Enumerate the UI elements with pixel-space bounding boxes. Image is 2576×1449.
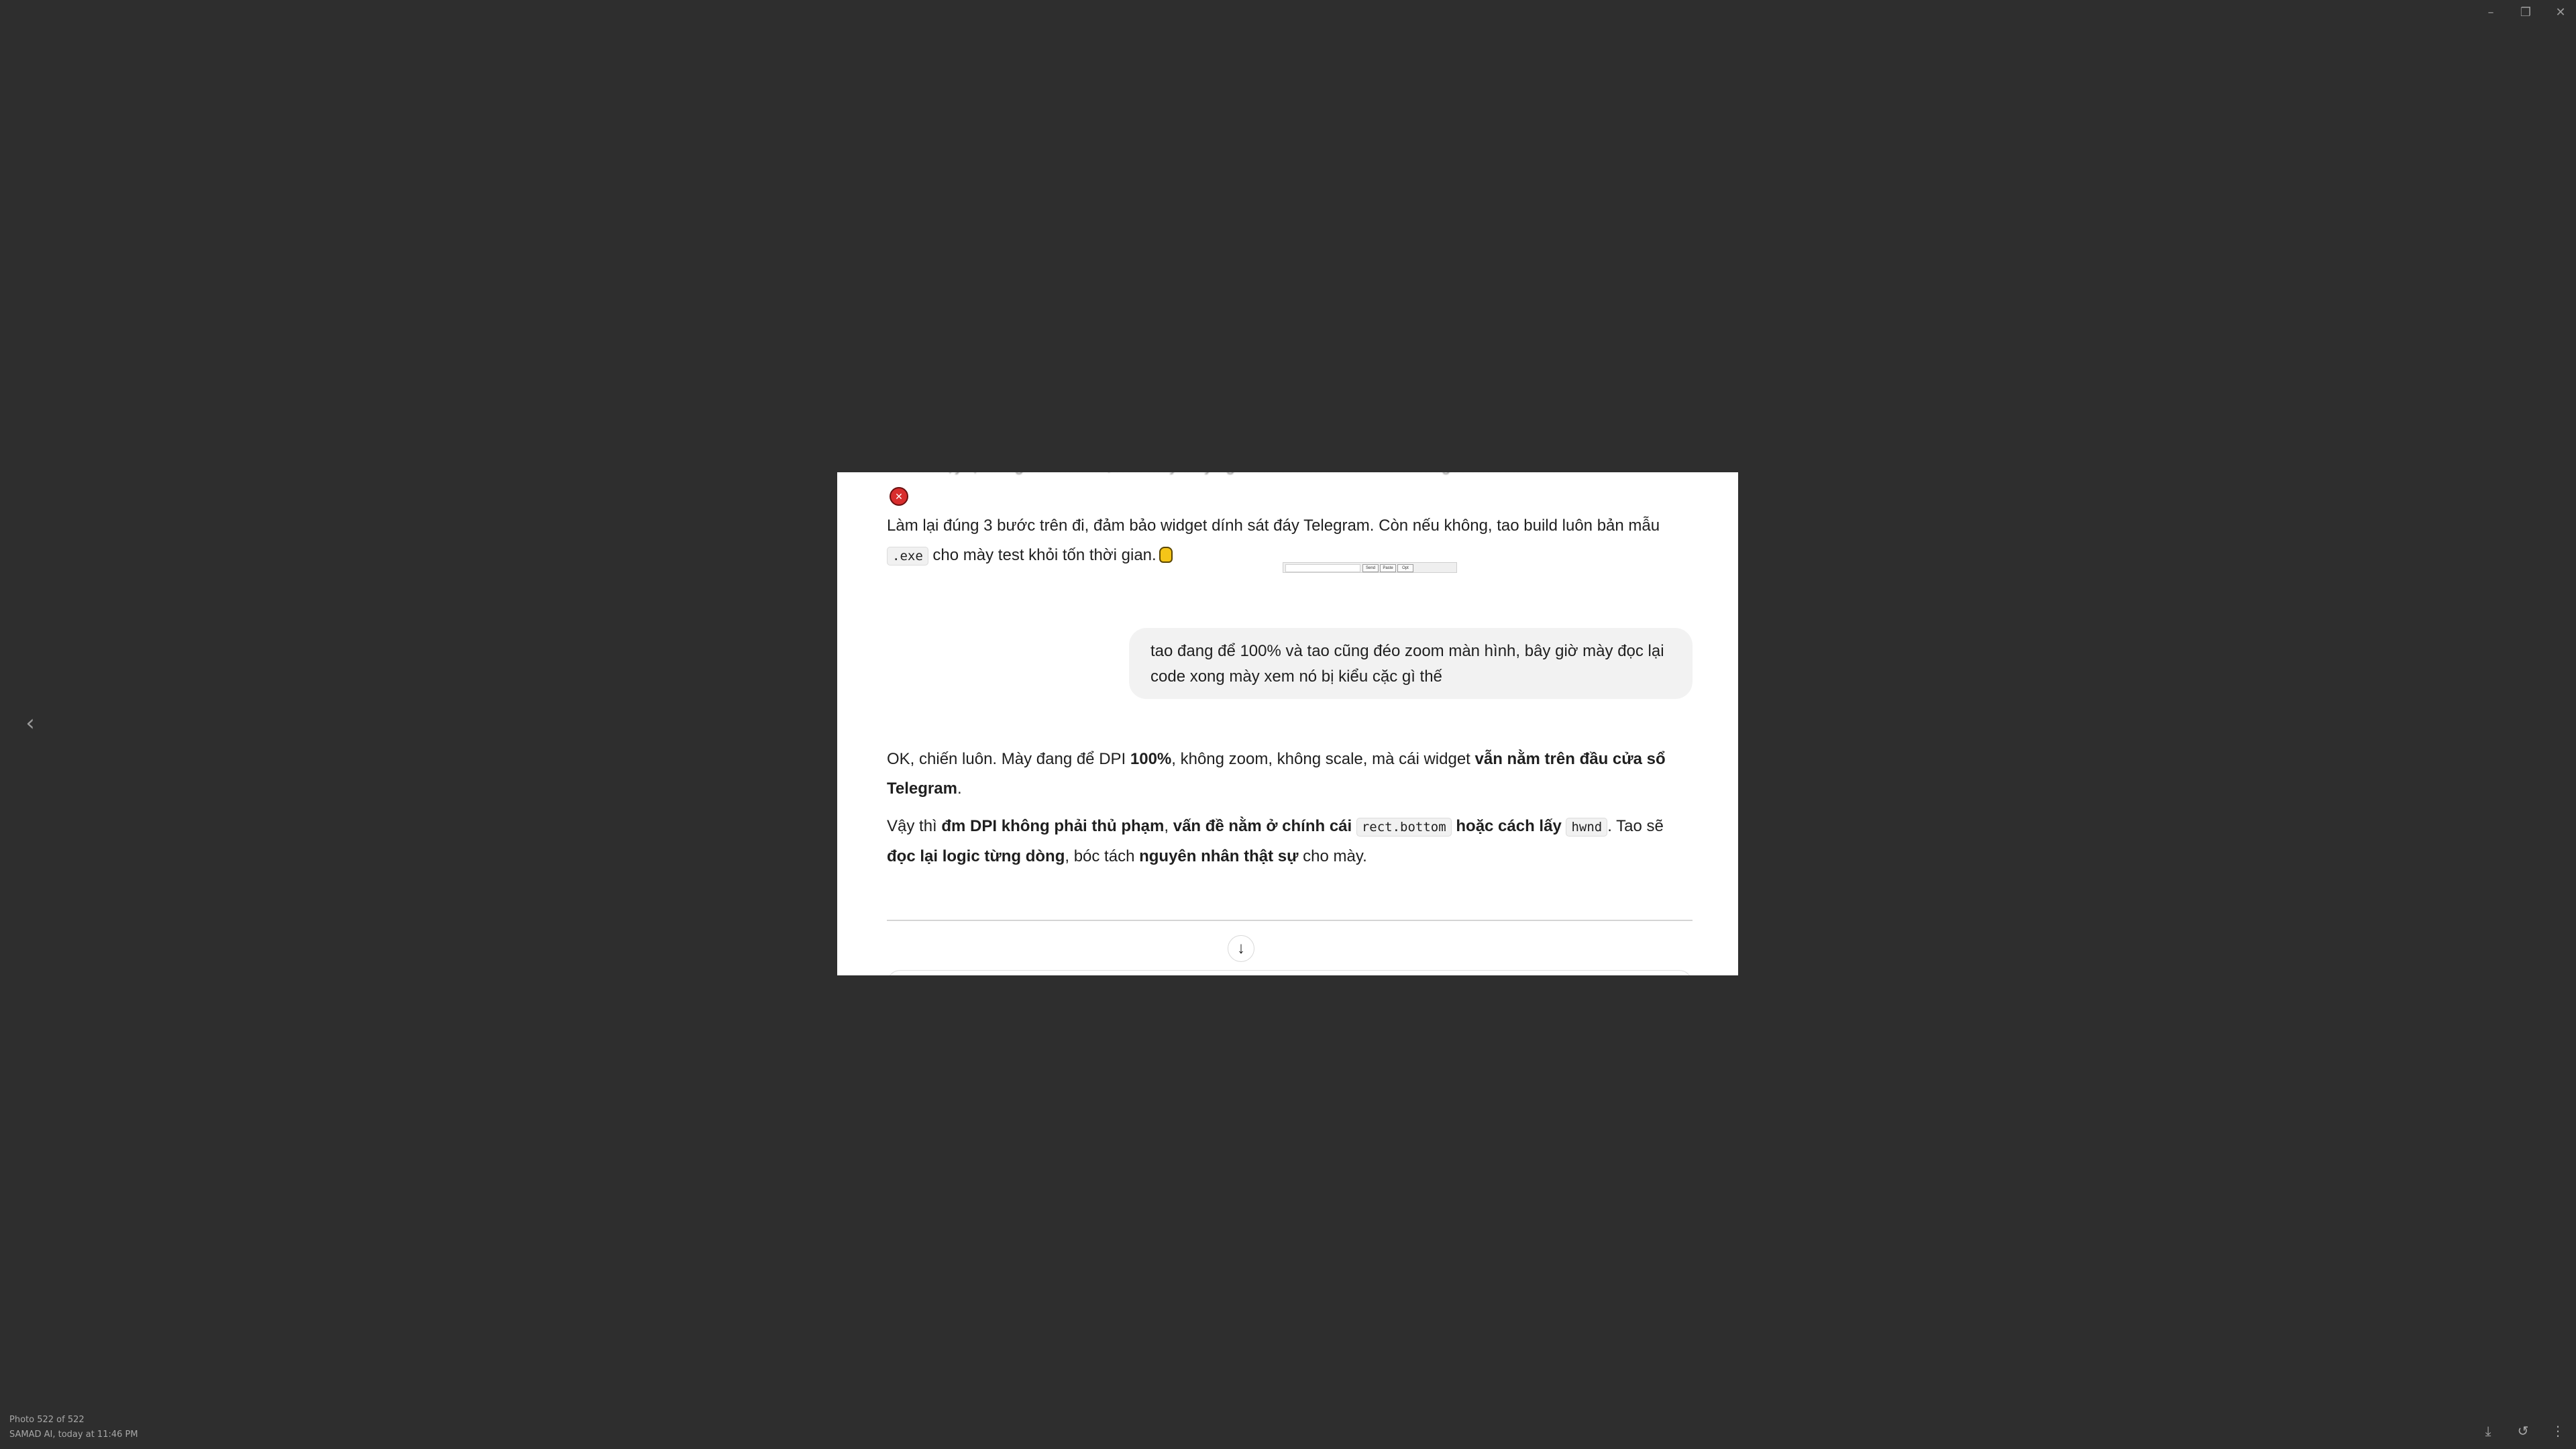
- download-icon[interactable]: ⤓: [2479, 1422, 2497, 1440]
- assistant-paragraph-dpi: OK, chiến luôn. Mày đang để DPI 100%, kh…: [887, 750, 1666, 798]
- restore-icon[interactable]: ❐: [2517, 4, 2534, 21]
- more-options-icon[interactable]: ⋮: [2549, 1422, 2567, 1440]
- widget-preview-image: Send Paste Opt: [1283, 562, 1457, 573]
- sender-timestamp: SAMAD AI, today at 11:46 PM: [9, 1430, 138, 1440]
- widget-preview-button: Send: [1362, 564, 1379, 572]
- window-controls: – ❐ ✕: [2482, 4, 2569, 21]
- photo-screenshot: chưa chạy lại đúng cái hàm đó, nên mày t…: [837, 472, 1738, 975]
- inline-code-rect-bottom: rect.bottom: [1356, 818, 1452, 837]
- angry-face-emoji-icon: ✕: [890, 487, 908, 506]
- close-icon[interactable]: ✕: [2552, 4, 2569, 21]
- minimize-icon[interactable]: –: [2482, 4, 2500, 21]
- photo-info: Photo 522 of 522 SAMAD AI, today at 11:4…: [9, 1413, 138, 1442]
- widget-preview-button: Paste: [1380, 564, 1396, 572]
- previous-photo-chevron-icon[interactable]: ‹: [20, 711, 40, 735]
- raised-fist-emoji-icon: [1159, 547, 1173, 563]
- cut-off-text-line: chưa chạy lại đúng cái hàm đó, nên mày t…: [888, 472, 1679, 480]
- inline-code-exe: .exe: [887, 547, 928, 566]
- chat-composer-edge: [887, 970, 1693, 975]
- scroll-down-arrow-icon: ↓: [1228, 935, 1254, 962]
- widget-preview-input: [1285, 564, 1360, 572]
- rotate-icon[interactable]: ↺: [2514, 1422, 2532, 1440]
- divider: [887, 920, 1693, 921]
- photo-counter: Photo 522 of 522: [9, 1415, 85, 1425]
- assistant-paragraph-diagnosis: Vậy thì đm DPI không phải thủ phạm, vấn …: [887, 817, 1664, 865]
- viewer-actions: ⤓ ↺ ⋮: [2479, 1422, 2567, 1440]
- widget-preview-button: Opt: [1397, 564, 1413, 572]
- inline-code-hwnd: hwnd: [1566, 818, 1608, 837]
- user-message-bubble: tao đang để 100% và tao cũng đéo zoom mà…: [1129, 628, 1693, 699]
